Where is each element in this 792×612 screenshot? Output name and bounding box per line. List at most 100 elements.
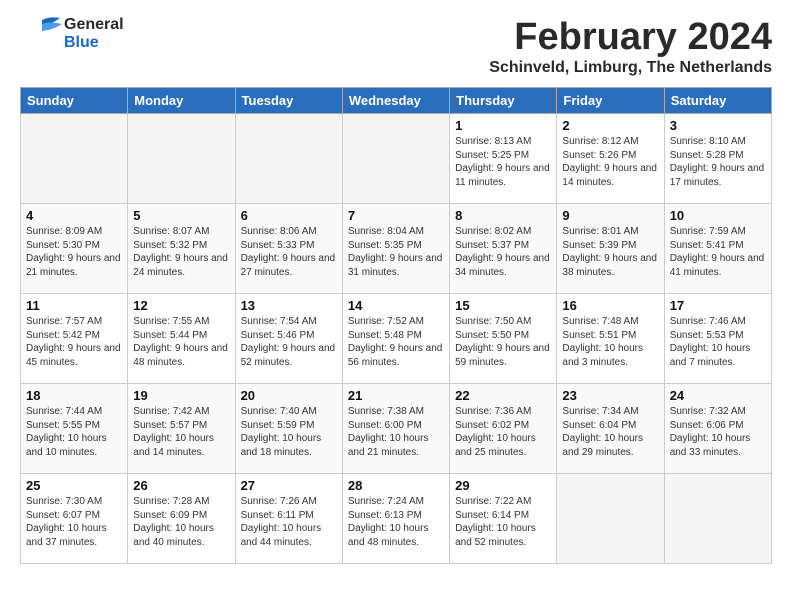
day-detail: Sunrise: 7:40 AMSunset: 5:59 PMDaylight:…: [241, 405, 337, 459]
calendar-cell: 14 Sunrise: 7:52 AMSunset: 5:48 PMDayligh…: [342, 294, 449, 384]
day-detail: Sunrise: 7:22 AMSunset: 6:14 PMDaylight:…: [455, 495, 551, 549]
day-number: 22: [455, 388, 551, 403]
col-saturday: Saturday: [664, 88, 771, 114]
day-detail: Sunrise: 7:36 AMSunset: 6:02 PMDaylight:…: [455, 405, 551, 459]
calendar-cell: [21, 114, 128, 204]
day-number: 3: [670, 118, 766, 133]
logo: General Blue: [20, 16, 124, 51]
day-number: 21: [348, 388, 444, 403]
calendar-week-4: 18 Sunrise: 7:44 AMSunset: 5:55 PMDayligh…: [21, 384, 772, 474]
calendar-cell: 28 Sunrise: 7:24 AMSunset: 6:13 PMDayligh…: [342, 474, 449, 564]
day-detail: Sunrise: 7:54 AMSunset: 5:46 PMDaylight:…: [241, 315, 337, 369]
logo-blue-text: Blue: [64, 34, 124, 52]
calendar-cell: 8Sunrise: 8:02 AMSunset: 5:37 PMDaylight…: [450, 204, 557, 294]
day-number: 9: [562, 208, 658, 223]
day-number: 17: [670, 298, 766, 313]
calendar-cell: 18 Sunrise: 7:44 AMSunset: 5:55 PMDayligh…: [21, 384, 128, 474]
day-number: 18: [26, 388, 122, 403]
calendar-cell: [342, 114, 449, 204]
day-detail: Sunrise: 7:57 AMSunset: 5:42 PMDaylight:…: [26, 315, 122, 369]
day-number: 16: [562, 298, 658, 313]
col-thursday: Thursday: [450, 88, 557, 114]
calendar-cell: 13 Sunrise: 7:54 AMSunset: 5:46 PMDayligh…: [235, 294, 342, 384]
calendar-cell: 26 Sunrise: 7:28 AMSunset: 6:09 PMDayligh…: [128, 474, 235, 564]
calendar-cell: 27 Sunrise: 7:26 AMSunset: 6:11 PMDayligh…: [235, 474, 342, 564]
day-detail: Sunrise: 8:01 AMSunset: 5:39 PMDaylight:…: [562, 225, 658, 279]
logo-bird-icon: [20, 16, 64, 50]
calendar-cell: 3 Sunrise: 8:10 AMSunset: 5:28 PMDaylight…: [664, 114, 771, 204]
calendar-table: Sunday Monday Tuesday Wednesday Thursday…: [20, 87, 772, 564]
day-number: 19: [133, 388, 229, 403]
logo-general-text: General: [64, 16, 124, 34]
day-number: 15: [455, 298, 551, 313]
day-detail: Sunrise: 8:07 AMSunset: 5:32 PMDaylight:…: [133, 225, 229, 279]
calendar-cell: 9 Sunrise: 8:01 AMSunset: 5:39 PMDaylight…: [557, 204, 664, 294]
day-detail: Sunrise: 8:06 AMSunset: 5:33 PMDaylight:…: [241, 225, 337, 279]
logo-container: General Blue: [20, 16, 124, 51]
day-number: 8: [455, 208, 551, 223]
day-number: 5: [133, 208, 229, 223]
day-detail: Sunrise: 7:24 AMSunset: 6:13 PMDaylight:…: [348, 495, 444, 549]
day-detail: Sunrise: 7:38 AMSunset: 6:00 PMDaylight:…: [348, 405, 444, 459]
day-number: 1: [455, 118, 551, 133]
day-number: 13: [241, 298, 337, 313]
day-detail: Sunrise: 7:50 AMSunset: 5:50 PMDaylight:…: [455, 315, 551, 369]
calendar-cell: 24 Sunrise: 7:32 AMSunset: 6:06 PMDayligh…: [664, 384, 771, 474]
day-number: 10: [670, 208, 766, 223]
col-friday: Friday: [557, 88, 664, 114]
calendar-cell: 11 Sunrise: 7:57 AMSunset: 5:42 PMDayligh…: [21, 294, 128, 384]
day-detail: Sunrise: 7:44 AMSunset: 5:55 PMDaylight:…: [26, 405, 122, 459]
day-number: 14: [348, 298, 444, 313]
day-number: 6: [241, 208, 337, 223]
calendar-cell: 7Sunrise: 8:04 AMSunset: 5:35 PMDaylight…: [342, 204, 449, 294]
day-number: 4: [26, 208, 122, 223]
day-number: 27: [241, 478, 337, 493]
day-detail: Sunrise: 8:10 AMSunset: 5:28 PMDaylight:…: [670, 135, 766, 189]
day-detail: Sunrise: 7:59 AMSunset: 5:41 PMDaylight:…: [670, 225, 766, 279]
calendar-cell: 20 Sunrise: 7:40 AMSunset: 5:59 PMDayligh…: [235, 384, 342, 474]
calendar-week-3: 11 Sunrise: 7:57 AMSunset: 5:42 PMDayligh…: [21, 294, 772, 384]
day-number: 29: [455, 478, 551, 493]
calendar-cell: [664, 474, 771, 564]
calendar-cell: 23 Sunrise: 7:34 AMSunset: 6:04 PMDayligh…: [557, 384, 664, 474]
calendar-cell: [557, 474, 664, 564]
day-detail: Sunrise: 7:52 AMSunset: 5:48 PMDaylight:…: [348, 315, 444, 369]
page: General Blue February 2024 Schinveld, Li…: [0, 0, 792, 580]
calendar-cell: 2 Sunrise: 8:12 AMSunset: 5:26 PMDaylight…: [557, 114, 664, 204]
calendar-cell: 6 Sunrise: 8:06 AMSunset: 5:33 PMDaylight…: [235, 204, 342, 294]
calendar-cell: 16 Sunrise: 7:48 AMSunset: 5:51 PMDayligh…: [557, 294, 664, 384]
day-number: 7: [348, 208, 444, 223]
day-number: 20: [241, 388, 337, 403]
calendar-cell: 15 Sunrise: 7:50 AMSunset: 5:50 PMDayligh…: [450, 294, 557, 384]
col-monday: Monday: [128, 88, 235, 114]
day-number: 11: [26, 298, 122, 313]
day-number: 25: [26, 478, 122, 493]
day-detail: Sunrise: 7:46 AMSunset: 5:53 PMDaylight:…: [670, 315, 766, 369]
calendar-week-2: 4Sunrise: 8:09 AMSunset: 5:30 PMDaylight…: [21, 204, 772, 294]
location: Schinveld, Limburg, The Netherlands: [489, 59, 772, 77]
day-number: 24: [670, 388, 766, 403]
calendar-header-row: Sunday Monday Tuesday Wednesday Thursday…: [21, 88, 772, 114]
day-detail: Sunrise: 7:48 AMSunset: 5:51 PMDaylight:…: [562, 315, 658, 369]
calendar-cell: [128, 114, 235, 204]
day-detail: Sunrise: 7:28 AMSunset: 6:09 PMDaylight:…: [133, 495, 229, 549]
calendar-cell: 10 Sunrise: 7:59 AMSunset: 5:41 PMDayligh…: [664, 204, 771, 294]
day-detail: Sunrise: 7:32 AMSunset: 6:06 PMDaylight:…: [670, 405, 766, 459]
day-number: 23: [562, 388, 658, 403]
day-number: 26: [133, 478, 229, 493]
day-detail: Sunrise: 7:34 AMSunset: 6:04 PMDaylight:…: [562, 405, 658, 459]
calendar-cell: 22 Sunrise: 7:36 AMSunset: 6:02 PMDayligh…: [450, 384, 557, 474]
day-detail: Sunrise: 8:12 AMSunset: 5:26 PMDaylight:…: [562, 135, 658, 189]
calendar-week-1: 1 Sunrise: 8:13 AMSunset: 5:25 PMDaylight…: [21, 114, 772, 204]
col-tuesday: Tuesday: [235, 88, 342, 114]
col-sunday: Sunday: [21, 88, 128, 114]
day-detail: Sunrise: 7:26 AMSunset: 6:11 PMDaylight:…: [241, 495, 337, 549]
day-number: 28: [348, 478, 444, 493]
calendar-cell: 5 Sunrise: 8:07 AMSunset: 5:32 PMDaylight…: [128, 204, 235, 294]
calendar-cell: 17 Sunrise: 7:46 AMSunset: 5:53 PMDayligh…: [664, 294, 771, 384]
day-detail: Sunrise: 7:30 AMSunset: 6:07 PMDaylight:…: [26, 495, 122, 549]
col-wednesday: Wednesday: [342, 88, 449, 114]
calendar-cell: [235, 114, 342, 204]
day-detail: Sunrise: 8:13 AMSunset: 5:25 PMDaylight:…: [455, 135, 551, 189]
day-number: 2: [562, 118, 658, 133]
